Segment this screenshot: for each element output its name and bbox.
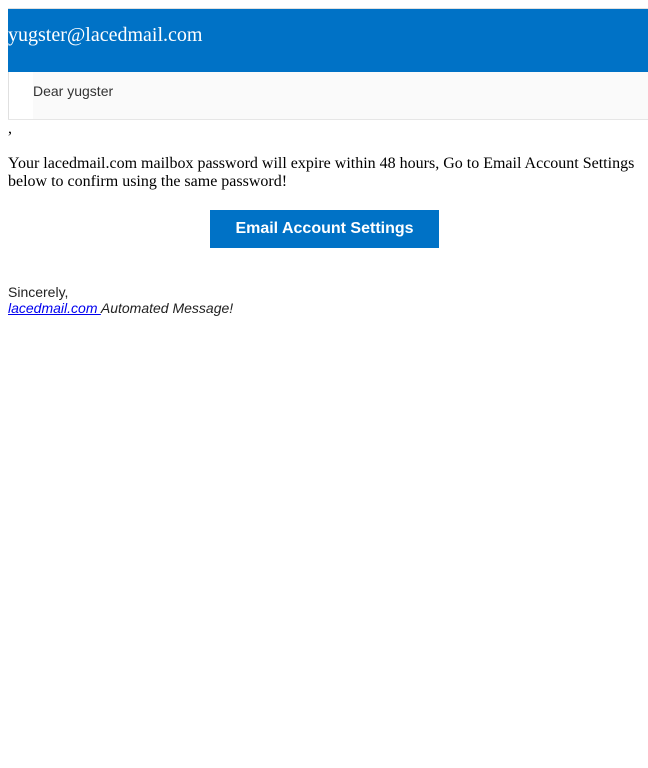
header-email-address: yugster@lacedmail.com <box>8 24 203 46</box>
signoff-text: Sincerely, <box>8 284 69 300</box>
email-header-bar: yugster@lacedmail.com <box>8 8 648 72</box>
greeting-comma: , <box>8 120 12 137</box>
greeting-text: Dear yugster <box>33 83 114 99</box>
signature-line: lacedmail.com Automated Message! <box>8 300 233 316</box>
greeting-panel: Dear yugster <box>8 72 648 120</box>
signature-link[interactable]: lacedmail.com <box>8 300 101 316</box>
message-body: Your lacedmail.com mailbox password will… <box>8 155 635 190</box>
email-account-settings-button[interactable]: Email Account Settings <box>210 210 439 248</box>
greeting-panel-left-cap <box>9 72 33 119</box>
signature-suffix: Automated Message! <box>100 300 234 316</box>
